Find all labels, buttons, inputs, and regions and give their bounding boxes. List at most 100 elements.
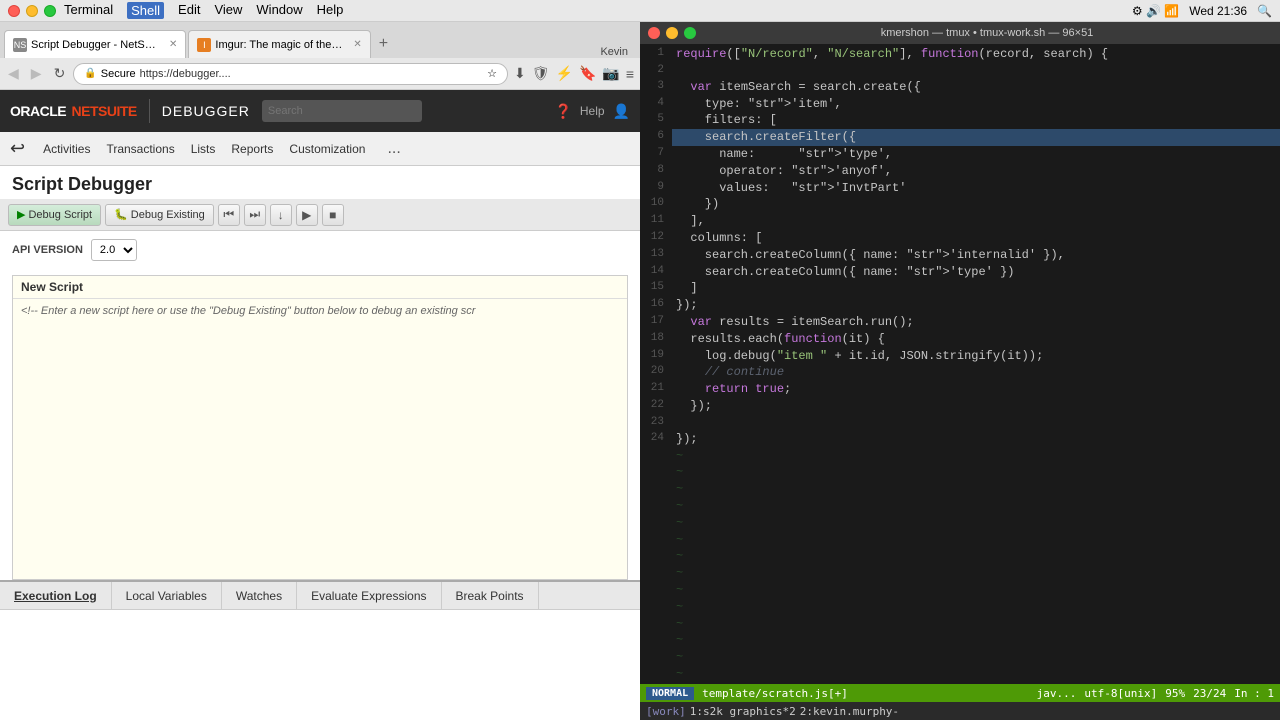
log-tab-evaluate[interactable]: Evaluate Expressions [297, 582, 441, 610]
line-number: 15 [640, 280, 672, 297]
term-minimize[interactable] [666, 27, 678, 39]
tab-close-2[interactable]: ✕ [353, 39, 361, 50]
code-line: 6 search.createFilter({ [640, 129, 1280, 146]
code-line: 22 }); [640, 398, 1280, 415]
script-area-body[interactable]: <!-- Enter a new script here or use the … [13, 299, 627, 579]
script-editor-area[interactable]: New Script <!-- Enter a new script here … [12, 275, 628, 580]
browser-tab-1[interactable]: NS Script Debugger - NetSuite (S... ✕ [4, 30, 186, 58]
log-tab-watches[interactable]: Watches [222, 582, 297, 610]
log-tab-execution[interactable]: Execution Log [0, 582, 112, 610]
back-button[interactable]: ◀ [4, 63, 23, 84]
toolbar-icon-play[interactable]: ▶ [296, 204, 318, 226]
code-line: 10 }) [640, 196, 1280, 213]
search-input[interactable] [262, 100, 422, 122]
tilde-line: ~ [640, 464, 1280, 481]
code-line: 17 var results = itemSearch.run(); [640, 314, 1280, 331]
debug-existing-button[interactable]: 🐛 Debug Existing [105, 204, 214, 226]
log-tab-local-vars[interactable]: Local Variables [112, 582, 222, 610]
user-profile[interactable]: Kevin [592, 46, 636, 58]
vim-status-right: jav... utf-8[unix] 95% 23/24 In : 1 [1037, 687, 1274, 700]
debug-script-button[interactable]: ▶ Debug Script [8, 204, 101, 226]
tilde-char: ~ [672, 464, 683, 481]
line-content [672, 63, 1280, 79]
term-maximize[interactable] [684, 27, 696, 39]
code-line: 16}); [640, 297, 1280, 314]
tilde-char: ~ [672, 448, 683, 465]
log-tabs: Execution Log Local Variables Watches Ev… [0, 582, 640, 610]
help-icon[interactable]: ❓ [554, 103, 571, 120]
toolbar-icon-2[interactable]: 🛡 [530, 63, 552, 84]
tilde-line: ~ [640, 599, 1280, 616]
code-editor[interactable]: 1require(["N/record", "N/search"], funct… [640, 46, 1280, 684]
toolbar-icon-step-back[interactable]: ⏮ [218, 204, 240, 226]
tilde-line: ~ [640, 582, 1280, 599]
toolbar-icon-6[interactable]: ≡ [624, 63, 636, 84]
maximize-button[interactable] [44, 5, 56, 17]
tilde-line: ~ [640, 666, 1280, 683]
toolbar-icon-4[interactable]: 🔖 [577, 63, 598, 84]
vim-mode: NORMAL [646, 687, 694, 700]
datetime: Wed 21:36 [1189, 4, 1247, 18]
line-content: type: "str">'item', [672, 96, 1280, 113]
tilde-char: ~ [672, 683, 683, 684]
code-line: 13 search.createColumn({ name: "str">'in… [640, 247, 1280, 264]
browser-tab-2[interactable]: I Imgur: The magic of the Intern... ✕ [188, 30, 370, 58]
line-content: search.createColumn({ name: "str">'inter… [672, 247, 1280, 264]
bookmark-icon[interactable]: ☆ [487, 67, 497, 80]
toolbar-icon-1[interactable]: ⬇ [512, 63, 528, 84]
nav-lists[interactable]: Lists [191, 134, 216, 164]
browser-tabs: NS Script Debugger - NetSuite (S... ✕ I … [0, 22, 640, 58]
toolbar-icons: ⬇ 🛡 ⚡ 🔖 📷 ≡ [512, 63, 636, 84]
minimize-button[interactable] [26, 5, 38, 17]
toolbar-icon-3[interactable]: ⚡ [554, 63, 575, 84]
main-container: NS Script Debugger - NetSuite (S... ✕ I … [0, 22, 1280, 720]
search-icon[interactable]: 🔍 [1257, 4, 1272, 18]
new-tab-button[interactable]: + [373, 30, 394, 58]
line-number: 21 [640, 381, 672, 398]
tilde-line: ~ [640, 565, 1280, 582]
line-content: require(["N/record", "N/search"], functi… [672, 46, 1280, 63]
line-content: }) [672, 196, 1280, 213]
header-help-text: Help [580, 104, 605, 118]
tab-close-1[interactable]: ✕ [169, 39, 177, 50]
nav-customization[interactable]: Customization [289, 134, 365, 164]
nav-reports[interactable]: Reports [231, 134, 273, 164]
forward-button[interactable]: ▶ [27, 63, 46, 84]
debugger-toolbar: ▶ Debug Script 🐛 Debug Existing ⏮ ⏭ ↓ ▶ … [0, 199, 640, 231]
terminal-title: kmershon — tmux • tmux-work.sh — 96×51 [702, 27, 1272, 39]
log-tab-breakpoints[interactable]: Break Points [442, 582, 539, 610]
tilde-char: ~ [672, 498, 683, 515]
line-content: results.each(function(it) { [672, 331, 1280, 348]
api-version-select[interactable]: 2.0 [91, 239, 137, 261]
close-button[interactable] [8, 5, 20, 17]
browser-toolbar: ◀ ▶ ↻ 🔒 Secure https://debugger.... ☆ ⬇ … [0, 58, 640, 90]
terminal-body[interactable]: 1require(["N/record", "N/search"], funct… [640, 44, 1280, 684]
address-bar[interactable]: 🔒 Secure https://debugger.... ☆ [73, 63, 508, 85]
debugger-label: DEBUGGER [162, 103, 250, 119]
menu-terminal[interactable]: Terminal [64, 2, 113, 19]
tmux-pane-1[interactable]: 1:s2k graphics*2 [690, 705, 796, 718]
menu-view[interactable]: View [214, 2, 242, 19]
toolbar-icon-step-over[interactable]: ⏭ [244, 204, 266, 226]
nav-transactions[interactable]: Transactions [106, 134, 174, 164]
toolbar-icon-step-into[interactable]: ↓ [270, 204, 292, 226]
toolbar-icon-stop[interactable]: ■ [322, 204, 344, 226]
tilde-char: ~ [672, 616, 683, 633]
menu-help[interactable]: Help [317, 2, 344, 19]
reload-button[interactable]: ↻ [50, 63, 70, 84]
log-body [0, 610, 640, 720]
vim-percent: 95% [1165, 687, 1185, 700]
user-icon[interactable]: 👤 [613, 103, 630, 120]
term-close[interactable] [648, 27, 660, 39]
menu-edit[interactable]: Edit [178, 2, 200, 19]
menu-shell[interactable]: Shell [127, 2, 164, 19]
toolbar-icon-5[interactable]: 📷 [600, 63, 621, 84]
tilde-line: ~ [640, 448, 1280, 465]
nav-activities[interactable]: Activities [43, 134, 90, 164]
nav-back-icon[interactable]: ↩ [10, 138, 25, 159]
nav-more-button[interactable]: ... [387, 140, 400, 158]
tilde-char: ~ [672, 582, 683, 599]
menu-window[interactable]: Window [256, 2, 302, 19]
global-search[interactable] [262, 100, 422, 122]
tmux-pane-2[interactable]: 2:kevin.murphy- [800, 705, 899, 718]
